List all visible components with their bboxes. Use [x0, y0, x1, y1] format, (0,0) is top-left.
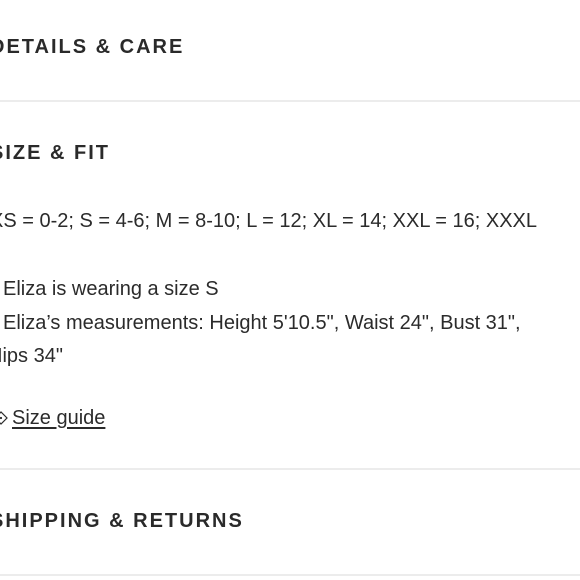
size-guide-label[interactable]: Size guide: [12, 407, 105, 430]
size-guide-link[interactable]: Size guide: [0, 404, 105, 432]
divider: [0, 574, 580, 576]
tag-icon: [0, 411, 8, 425]
product-info-accordion: DETAILS & CARE SIZE & FIT XS = 0-2; S = …: [0, 0, 580, 580]
size-conversion-text: XS = 0-2; S = 4-6; M = 8-10; L = 12; XL …: [0, 210, 538, 232]
divider: [0, 100, 580, 102]
model-measurements-continued: Hips 34": [0, 345, 63, 367]
details-care-header[interactable]: DETAILS & CARE: [0, 36, 184, 59]
divider: [0, 468, 580, 470]
size-fit-header[interactable]: SIZE & FIT: [0, 142, 110, 165]
shipping-returns-header[interactable]: SHIPPING & RETURNS: [0, 510, 244, 533]
model-measurements-text: Eliza’s measurements: Height 5'10.5", Wa…: [3, 312, 521, 334]
model-wearing-text: Eliza is wearing a size S: [3, 278, 219, 300]
